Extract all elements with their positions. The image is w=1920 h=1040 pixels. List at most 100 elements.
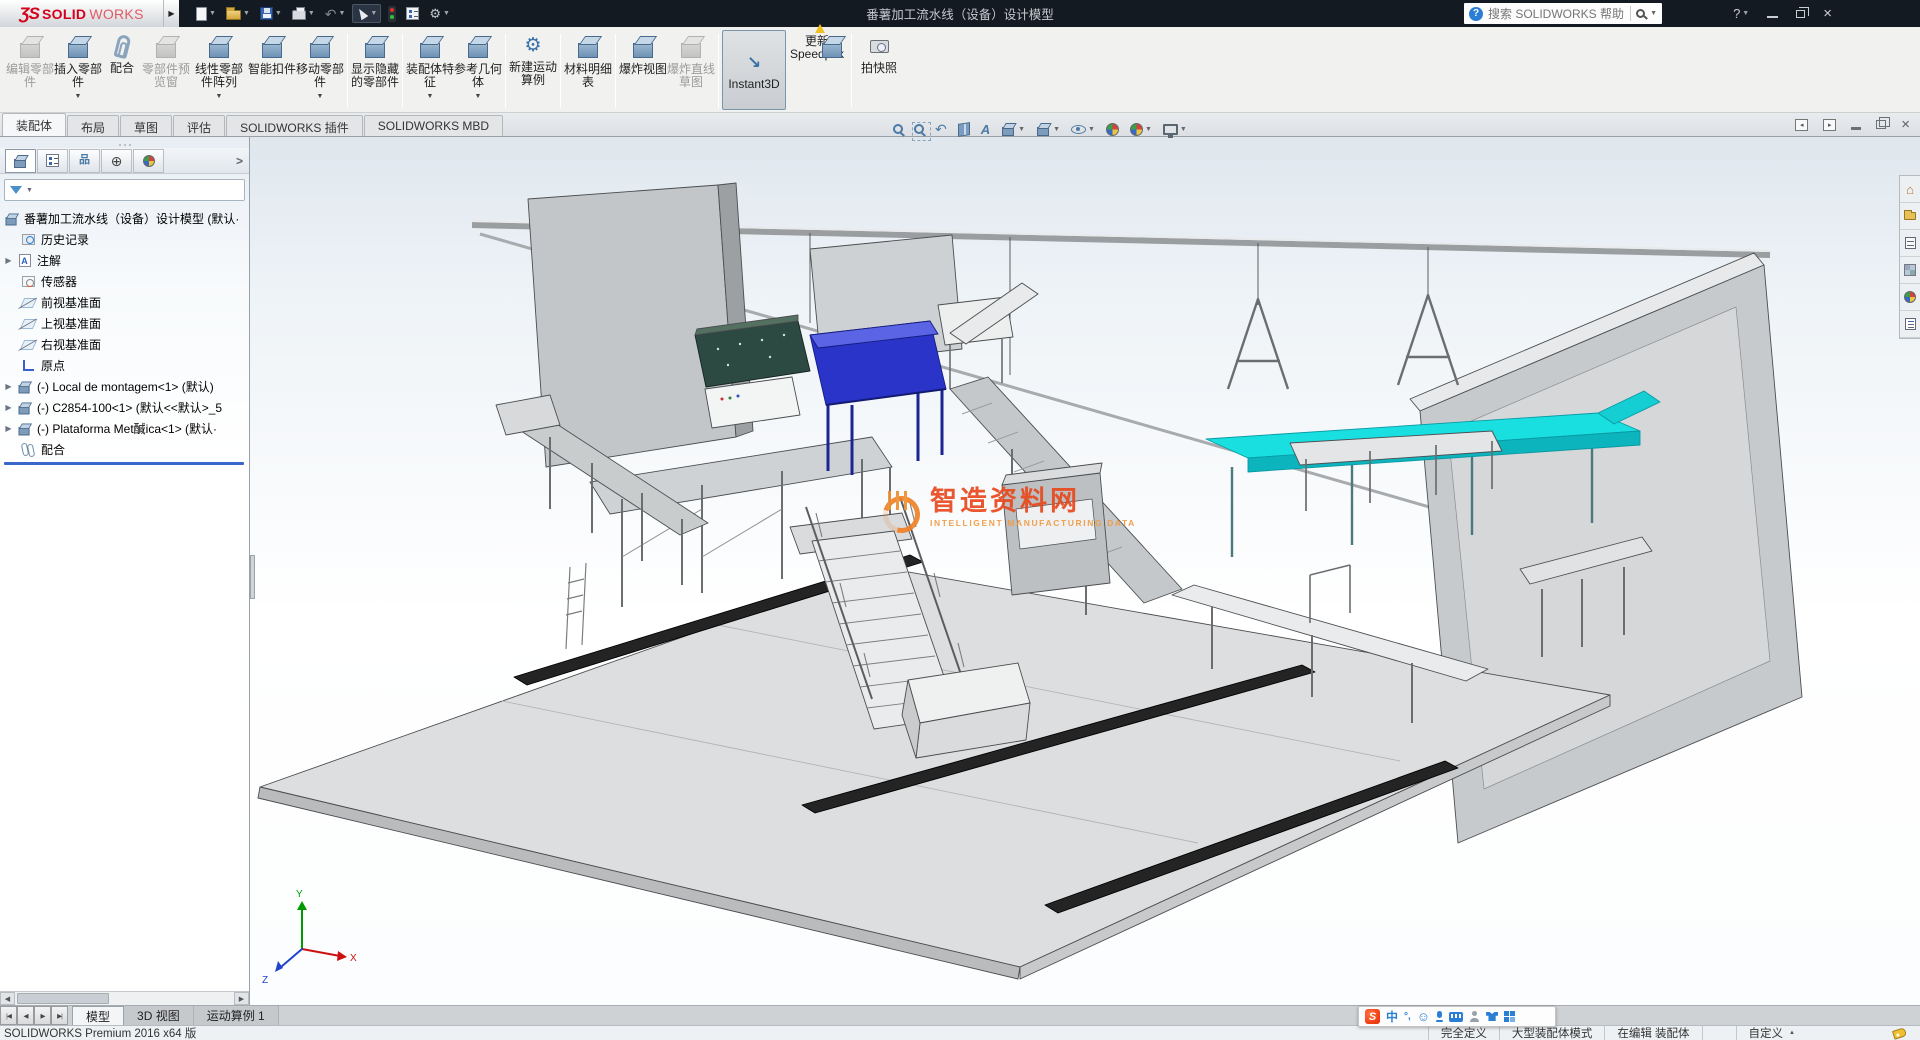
dropdown-caret-icon[interactable]: ▼ bbox=[317, 90, 324, 103]
toolbox-grid-icon[interactable] bbox=[1504, 1011, 1515, 1022]
tab-3d-views[interactable]: 3D 视图 bbox=[124, 1006, 194, 1025]
help-search-box[interactable]: ? ▼ bbox=[1464, 3, 1662, 24]
smart-fasteners-button[interactable]: 智能扣件 bbox=[248, 30, 296, 110]
custom-properties-tab[interactable] bbox=[1900, 311, 1920, 338]
mate-button[interactable]: 配合 bbox=[102, 30, 142, 110]
prev-tab-icon[interactable]: ◀ bbox=[17, 1006, 34, 1025]
dropdown-caret-icon[interactable]: ▼ bbox=[1145, 126, 1152, 133]
dropdown-caret-icon[interactable]: ▼ bbox=[75, 90, 82, 103]
reference-geometry-button[interactable]: 参考几何体▼ bbox=[454, 30, 502, 110]
rollback-bar[interactable] bbox=[4, 462, 244, 465]
rebuild-button[interactable] bbox=[385, 4, 399, 24]
last-tab-icon[interactable]: ▶| bbox=[51, 1006, 68, 1025]
tree-item-origin[interactable]: 原点 bbox=[2, 355, 249, 376]
undo-button[interactable]: ↶▼ bbox=[322, 5, 349, 23]
featuremanager-tree-tab[interactable] bbox=[5, 149, 36, 173]
display-manager-tab[interactable] bbox=[133, 149, 164, 173]
expand-arrow-icon[interactable]: ▶ bbox=[2, 382, 15, 391]
view-settings-button[interactable]: ▼ bbox=[1163, 124, 1187, 135]
tree-item-root[interactable]: 番薯加工流水线（设备）设计模型 (默认· bbox=[2, 208, 249, 229]
hide-show-items-button[interactable]: ▼ bbox=[1071, 125, 1095, 134]
select-tool-button[interactable]: ▼ bbox=[352, 4, 381, 23]
scrollbar-thumb[interactable] bbox=[17, 993, 109, 1004]
collapse-pane-left-button[interactable]: ◂ bbox=[1795, 119, 1808, 131]
update-speedpak-button[interactable]: 更新 Speedpak bbox=[786, 30, 848, 110]
zoom-to-area-button[interactable] bbox=[914, 124, 924, 134]
tab-evaluate[interactable]: 评估 bbox=[173, 115, 225, 136]
assembly-features-button[interactable]: 装配体特征▼ bbox=[406, 30, 454, 110]
microphone-icon[interactable] bbox=[1436, 1011, 1443, 1022]
tree-item-annotations[interactable]: ▶A注解 bbox=[2, 250, 249, 271]
doc-close-button[interactable]: × bbox=[1901, 117, 1910, 132]
punctuation-icon[interactable]: °, bbox=[1404, 1011, 1411, 1022]
first-tab-icon[interactable]: |◀ bbox=[0, 1006, 17, 1025]
dropdown-caret-icon[interactable]: ▼ bbox=[427, 90, 434, 103]
tab-solidworks-mbd[interactable]: SOLIDWORKS MBD bbox=[364, 115, 503, 136]
tab-assembly[interactable]: 装配体 bbox=[2, 113, 66, 136]
take-snapshot-button[interactable]: 拍快照 bbox=[855, 30, 903, 110]
appearances-tab[interactable] bbox=[1900, 284, 1920, 311]
dropdown-caret-icon[interactable]: ▼ bbox=[1018, 126, 1025, 133]
expand-pane-right-button[interactable]: ▸ bbox=[1823, 119, 1836, 131]
search-icon[interactable] bbox=[1636, 9, 1645, 18]
tab-motion-study-1[interactable]: 运动算例 1 bbox=[194, 1006, 279, 1025]
open-button[interactable]: ▼ bbox=[223, 5, 253, 22]
options-list-button[interactable] bbox=[403, 5, 422, 22]
tree-item-top-plane[interactable]: 上视基准面 bbox=[2, 313, 249, 334]
display-style-button[interactable]: ▼ bbox=[1036, 122, 1060, 136]
dropdown-caret-icon[interactable]: ▼ bbox=[26, 187, 33, 194]
chinese-mode-icon[interactable]: 中 bbox=[1386, 1008, 1398, 1025]
expand-arrow-icon[interactable]: ▶ bbox=[2, 424, 15, 433]
bill-of-materials-button[interactable]: 材料明细表 bbox=[564, 30, 612, 110]
skin-icon[interactable] bbox=[1486, 1012, 1498, 1021]
insert-component-button[interactable]: 插入零部件▼ bbox=[54, 30, 102, 110]
scroll-right-icon[interactable]: ▶ bbox=[234, 992, 249, 1005]
dropdown-caret-icon[interactable]: ▼ bbox=[475, 90, 482, 103]
close-button[interactable]: × bbox=[1823, 6, 1832, 21]
dropdown-caret-icon[interactable]: ▼ bbox=[1180, 126, 1187, 133]
save-button[interactable]: ▼ bbox=[257, 5, 285, 22]
tab-model[interactable]: 模型 bbox=[72, 1006, 124, 1025]
tab-solidworks-addins[interactable]: SOLIDWORKS 插件 bbox=[226, 115, 363, 136]
new-document-button[interactable]: ▼ bbox=[193, 5, 219, 23]
tab-sketch[interactable]: 草图 bbox=[120, 115, 172, 136]
account-icon[interactable] bbox=[1469, 1011, 1480, 1022]
file-explorer-tab[interactable] bbox=[1900, 230, 1920, 257]
zoom-to-fit-button[interactable] bbox=[893, 124, 903, 134]
property-manager-tab[interactable] bbox=[37, 149, 68, 173]
keyboard-icon[interactable] bbox=[1449, 1012, 1463, 1022]
tree-item-component-c2854-100[interactable]: ▶(-) C2854-100<1> (默认<<默认>_5 bbox=[2, 397, 249, 418]
dropdown-caret-icon[interactable]: ▼ bbox=[1650, 10, 1657, 17]
panel-splitter-handle[interactable] bbox=[250, 555, 255, 599]
tree-item-component-local-de-montagem[interactable]: ▶(-) Local de montagem<1> (默认) bbox=[2, 376, 249, 397]
emoji-icon[interactable]: ☺ bbox=[1417, 1010, 1430, 1023]
annotation-views-button[interactable]: A bbox=[981, 122, 990, 137]
restore-button[interactable] bbox=[1796, 10, 1805, 18]
options-button[interactable]: ⚙▼ bbox=[426, 5, 453, 22]
sogou-logo-icon[interactable]: S bbox=[1365, 1009, 1380, 1024]
search-input[interactable] bbox=[1488, 7, 1625, 21]
tree-item-mates[interactable]: 配合 bbox=[2, 439, 249, 460]
expand-arrow-icon[interactable]: ▶ bbox=[2, 403, 15, 412]
panel-grip-handle[interactable] bbox=[0, 137, 249, 148]
graphics-viewport[interactable]: Y X Z 智造资料网 INTELLIGENT MANUFACTURING DA… bbox=[250, 137, 1920, 1005]
dropdown-caret-icon[interactable]: ▼ bbox=[1088, 126, 1095, 133]
new-motion-study-button[interactable]: ⚙新建运动算例 bbox=[509, 30, 557, 110]
tree-item-right-plane[interactable]: 右视基准面 bbox=[2, 334, 249, 355]
instant3d-button[interactable]: ↘Instant3D bbox=[722, 30, 786, 110]
tree-item-history[interactable]: 历史记录 bbox=[2, 229, 249, 250]
apply-scene-button[interactable]: ▼ bbox=[1130, 123, 1152, 136]
tree-item-sensors[interactable]: 传感器 bbox=[2, 271, 249, 292]
view-orientation-button[interactable]: ▼ bbox=[1001, 122, 1025, 136]
dimxpert-manager-tab[interactable]: ⊕ bbox=[101, 149, 132, 173]
tree-filter-box[interactable]: ▼ bbox=[4, 179, 245, 201]
next-tab-icon[interactable]: ▶ bbox=[34, 1006, 51, 1025]
dropdown-caret-icon[interactable]: ▼ bbox=[216, 90, 223, 103]
expand-arrow-icon[interactable]: ▶ bbox=[2, 256, 15, 265]
tree-item-component-plataforma[interactable]: ▶(-) Plataforma Met醎ica<1> (默认· bbox=[2, 418, 249, 439]
edit-appearance-button[interactable] bbox=[1106, 123, 1119, 136]
menu-flyout-arrow-icon[interactable]: ▶ bbox=[163, 0, 179, 27]
exploded-view-button[interactable]: 爆炸视图 bbox=[619, 30, 667, 110]
doc-minimize-button[interactable] bbox=[1851, 127, 1861, 130]
tab-layout[interactable]: 布局 bbox=[67, 115, 119, 136]
